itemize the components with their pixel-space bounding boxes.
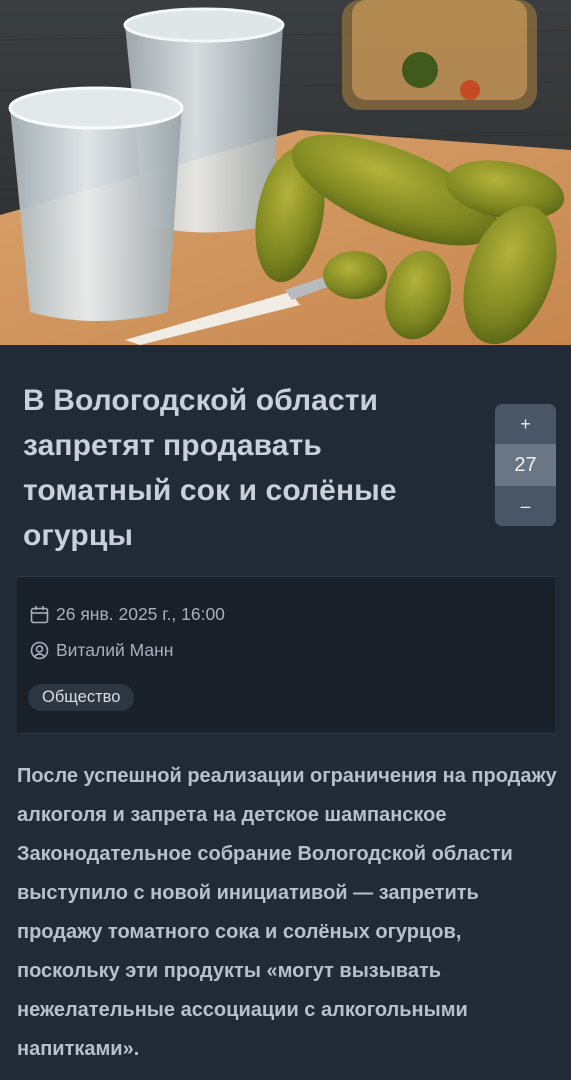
vote-widget: + 27 – <box>495 404 556 526</box>
article-header: В Вологодской области запретят продавать… <box>23 378 478 558</box>
user-circle-icon <box>30 641 49 660</box>
article-date: 26 янв. 2025 г., 16:00 <box>56 604 225 624</box>
article-body: После успешной реализации ограничения на… <box>17 765 557 1060</box>
downvote-button[interactable]: – <box>495 486 556 526</box>
article-author-row: Виталий Манн <box>30 640 173 661</box>
article-title: В Вологодской области запретят продавать… <box>23 384 397 552</box>
upvote-button[interactable]: + <box>495 404 556 444</box>
vote-count: 27 <box>495 444 556 486</box>
article-author[interactable]: Виталий Манн <box>56 640 173 661</box>
calendar-icon <box>30 605 49 624</box>
article-meta: 26 янв. 2025 г., 16:00 Виталий Манн Обще… <box>17 576 555 734</box>
category-tag[interactable]: Общество <box>28 684 135 711</box>
article-date-row: 26 янв. 2025 г., 16:00 <box>30 604 225 625</box>
hero-image <box>0 0 571 345</box>
